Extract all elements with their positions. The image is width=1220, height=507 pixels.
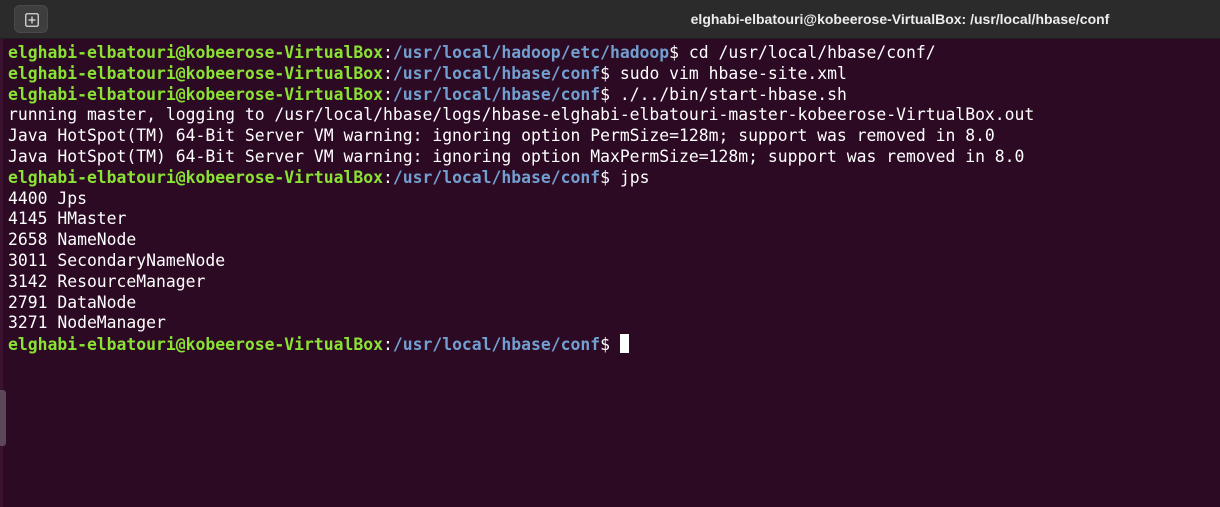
output-line: running master, logging to /usr/local/hb… [8, 105, 1035, 125]
prompt-separator: : [382, 43, 393, 62]
output-line: 3142 ResourceManager [8, 271, 206, 291]
prompt-user: elghabi-elbatouri@kobeerose-VirtualBox [8, 335, 383, 355]
command-text: ./../bin/start-hbase.sh [619, 84, 847, 104]
output-line: Java HotSpot(TM) 64-Bit Server VM warnin… [8, 126, 995, 146]
output-line: 3011 SecondaryNameNode [8, 250, 226, 270]
output-line: 4145 HMaster [8, 209, 127, 229]
prompt-user: elghabi-elbatouri@kobeerose-VirtualBox [8, 167, 383, 187]
prompt-symbol: $ [600, 63, 620, 83]
prompt-path: /usr/local/hbase/conf [392, 167, 601, 187]
prompt-user: elghabi-elbatouri@kobeerose-VirtualBox [8, 63, 383, 83]
output-line: 3271 NodeManager [8, 313, 166, 333]
prompt-line: elghabi-elbatouri@kobeerose-VirtualBox:/… [8, 85, 1208, 106]
window-title: elghabi-elbatouri@kobeerose-VirtualBox: … [690, 11, 1110, 27]
output-line: 4400 Jps [8, 188, 87, 208]
text-cursor [619, 334, 629, 354]
prompt-separator: : [382, 63, 393, 83]
prompt-path: /usr/local/hbase/conf [392, 84, 601, 104]
prompt-symbol: $ [600, 335, 620, 355]
prompt-line: elghabi-elbatouri@kobeerose-VirtualBox:/… [8, 64, 1208, 85]
new-tab-button[interactable] [14, 5, 48, 33]
prompt-separator: : [382, 335, 393, 355]
command-text: sudo vim hbase-site.xml [619, 63, 847, 83]
terminal-output[interactable]: elghabi-elbatouri@kobeerose-VirtualBox:/… [8, 43, 1208, 355]
prompt-line: elghabi-elbatouri@kobeerose-VirtualBox:/… [8, 43, 1208, 64]
prompt-user: elghabi-elbatouri@kobeerose-VirtualBox [8, 84, 383, 104]
prompt-path: /usr/local/hbase/conf [392, 335, 601, 355]
prompt-symbol: $ [600, 84, 620, 104]
prompt-symbol: $ [669, 43, 689, 62]
command-text: cd /usr/local/hbase/conf/ [688, 43, 936, 62]
command-text: jps [619, 167, 650, 187]
prompt-symbol: $ [600, 167, 620, 187]
output-line: Java HotSpot(TM) 64-Bit Server VM warnin… [8, 146, 1025, 166]
new-tab-icon [25, 13, 39, 27]
title-bar: elghabi-elbatouri@kobeerose-VirtualBox: … [0, 0, 1220, 39]
prompt-line: elghabi-elbatouri@kobeerose-VirtualBox:/… [8, 168, 1208, 189]
output-line: 2658 NameNode [8, 230, 137, 250]
prompt-separator: : [382, 167, 393, 187]
terminal-window: elghabi-elbatouri@kobeerose-VirtualBox: … [0, 0, 1220, 507]
prompt-path: /usr/local/hbase/conf [392, 63, 601, 83]
prompt-line: elghabi-elbatouri@kobeerose-VirtualBox:/… [8, 334, 1208, 355]
output-line: 2791 DataNode [8, 292, 137, 312]
prompt-separator: : [382, 84, 393, 104]
prompt-path: /usr/local/hadoop/etc/hadoop [392, 43, 670, 62]
scroll-handle[interactable] [0, 390, 6, 446]
prompt-user: elghabi-elbatouri@kobeerose-VirtualBox [8, 43, 383, 62]
